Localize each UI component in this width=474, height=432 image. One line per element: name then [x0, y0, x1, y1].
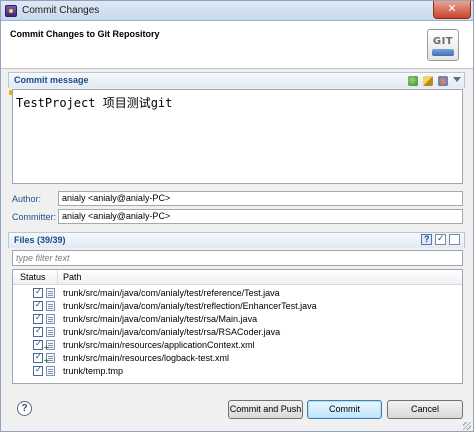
git-logo-icon: GIT — [427, 29, 459, 61]
commit-message-section-title: Commit message — [14, 75, 89, 85]
file-checkbox[interactable] — [33, 287, 43, 298]
commit-button[interactable]: Commit — [307, 400, 382, 419]
window-title: Commit Changes — [22, 5, 100, 16]
file-path: trunk/src/main/resources/applicationCont… — [63, 340, 255, 350]
file-path: trunk/src/main/java/com/anialy/test/rsa/… — [63, 327, 281, 337]
file-checkbox[interactable] — [33, 326, 43, 337]
commit-message-text: TestProject 项目测试git — [16, 96, 173, 110]
column-path[interactable]: Path — [63, 272, 82, 282]
resize-grip-icon[interactable] — [463, 422, 471, 430]
added-file-icon — [44, 353, 55, 365]
commit-and-push-button[interactable]: Commit and Push — [228, 400, 303, 419]
table-row[interactable]: trunk/src/main/java/com/anialy/test/refl… — [13, 300, 462, 313]
table-row[interactable]: trunk/src/main/java/com/anialy/test/refe… — [13, 287, 462, 300]
column-status[interactable]: Status — [20, 272, 46, 282]
modified-file-icon — [46, 301, 55, 311]
added-file-icon — [44, 340, 55, 352]
title-bar[interactable]: Commit Changes ✕ — [1, 1, 473, 21]
table-row[interactable]: trunk/src/main/resources/logback-test.xm… — [13, 352, 462, 365]
file-checkbox[interactable] — [33, 313, 43, 324]
table-row[interactable]: trunk/temp.tmp — [13, 365, 462, 378]
files-table-header: Status Path — [13, 270, 462, 285]
filter-input[interactable]: type filter text — [12, 250, 463, 266]
cancel-button[interactable]: Cancel — [387, 400, 463, 419]
file-checkbox[interactable] — [33, 300, 43, 311]
modified-file-icon — [46, 327, 55, 337]
commit-message-textarea[interactable]: TestProject 项目测试git — [12, 89, 463, 184]
commit-message-section-header: Commit message — [8, 72, 465, 88]
modified-file-icon — [46, 366, 55, 376]
format-icon[interactable] — [423, 76, 433, 86]
file-path: trunk/src/main/resources/logback-test.xm… — [63, 353, 230, 363]
files-section-header: Files (39/39) — [8, 232, 465, 248]
git-logo-text: GIT — [432, 36, 454, 47]
file-path: trunk/temp.tmp — [63, 366, 124, 376]
files-table-body: trunk/src/main/java/com/anialy/test/refe… — [13, 287, 462, 378]
history-icon[interactable] — [438, 76, 448, 86]
file-path: trunk/src/main/java/com/anialy/test/rsa/… — [63, 314, 258, 324]
spell-check-icon[interactable] — [408, 76, 418, 86]
show-untracked-icon[interactable] — [421, 234, 432, 245]
committer-field[interactable]: anialy <anialy@anialy-PC> — [58, 209, 463, 224]
modified-file-icon — [46, 288, 55, 298]
table-row[interactable]: trunk/src/main/java/com/anialy/test/rsa/… — [13, 313, 462, 326]
file-checkbox[interactable] — [33, 365, 43, 376]
commit-dialog: Commit Changes ✕ Commit Changes to Git R… — [0, 0, 474, 432]
file-checkbox[interactable] — [33, 352, 43, 363]
files-section-title: Files (39/39) — [14, 235, 66, 245]
close-button[interactable]: ✕ — [433, 1, 471, 19]
dialog-header: Commit Changes to Git Repository GIT — [1, 21, 473, 69]
files-table: Status Path trunk/src/main/java/com/ania… — [12, 269, 463, 384]
select-all-icon[interactable] — [435, 233, 446, 245]
eclipse-app-icon — [5, 5, 17, 17]
file-path: trunk/src/main/java/com/anialy/test/refe… — [63, 288, 280, 298]
help-icon[interactable]: ? — [17, 401, 32, 416]
author-label: Author: — [12, 194, 42, 204]
menu-chevron-icon[interactable] — [453, 77, 461, 83]
file-path: trunk/src/main/java/com/anialy/test/refl… — [63, 301, 317, 311]
deselect-all-icon[interactable] — [449, 234, 460, 245]
dialog-header-title: Commit Changes to Git Repository — [10, 29, 160, 39]
committer-label: Committer: — [12, 212, 57, 222]
table-row[interactable]: trunk/src/main/resources/applicationCont… — [13, 339, 462, 352]
file-checkbox[interactable] — [33, 339, 43, 350]
author-field[interactable]: anialy <anialy@anialy-PC> — [58, 191, 463, 206]
modified-file-icon — [46, 314, 55, 324]
table-row[interactable]: trunk/src/main/java/com/anialy/test/rsa/… — [13, 326, 462, 339]
column-divider[interactable] — [57, 270, 58, 285]
